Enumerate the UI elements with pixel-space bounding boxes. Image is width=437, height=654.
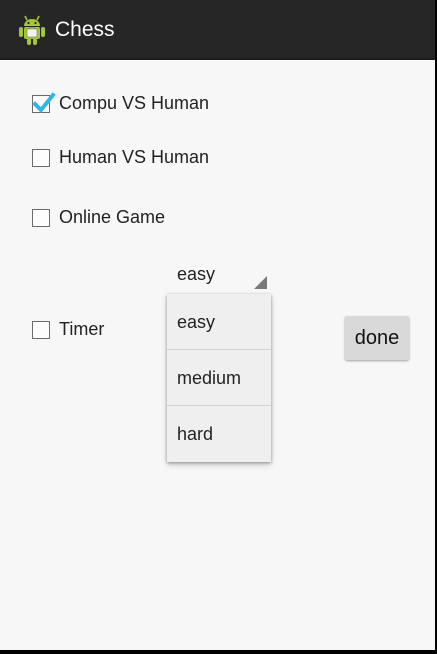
app-title: Chess [55,18,115,41]
action-bar: Chess [0,0,435,60]
dropdown-item-hard[interactable]: hard [167,406,271,461]
screen-edge [0,650,437,654]
checkbox-box[interactable] [32,209,50,227]
difficulty-spinner[interactable]: easy [168,261,268,291]
checkbox-label: Human VS Human [59,147,210,167]
checkbox-box[interactable] [32,321,50,339]
checkbox-box[interactable] [32,149,50,167]
android-robot-icon [19,15,45,45]
checkbox-label: Online Game [59,207,166,227]
difficulty-dropdown-list: easy medium hard [167,294,271,462]
dropdown-item-label: easy [177,312,216,332]
checkbox-label: Timer [59,319,105,339]
checkmark-icon [32,92,56,113]
checkbox-box[interactable] [32,92,56,113]
chess-screen: Chess Compu VS Human Human VS Human Onli… [0,0,437,654]
spinner-selected-value: easy [177,264,216,284]
dropdown-item-label: hard [177,424,214,444]
done-button[interactable]: done [345,316,409,360]
spinner-arrow-icon [254,276,267,289]
dropdown-item-medium[interactable]: medium [167,350,271,406]
dropdown-item-label: medium [177,368,242,388]
dropdown-item-easy[interactable]: easy [167,294,271,350]
checkbox-label: Compu VS Human [59,93,210,113]
